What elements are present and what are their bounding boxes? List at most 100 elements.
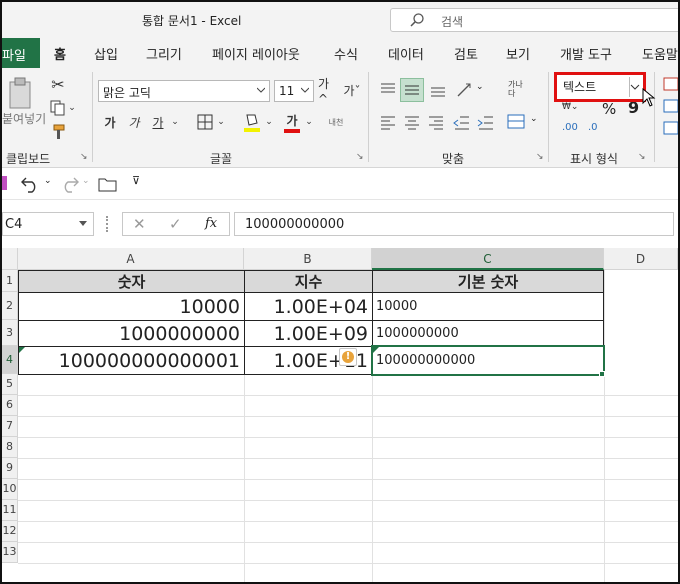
- decrease-indent-icon[interactable]: [452, 112, 472, 132]
- row-header[interactable]: 10: [2, 479, 18, 500]
- merge-center-icon[interactable]: [506, 112, 528, 132]
- customize-qat-icon[interactable]: ⊽: [132, 174, 140, 187]
- alignment-launcher-icon[interactable]: ↘: [536, 152, 544, 162]
- tab-review[interactable]: 검토: [454, 44, 478, 63]
- increase-indent-icon[interactable]: [476, 112, 496, 132]
- row-header[interactable]: 12: [2, 521, 18, 542]
- font-launcher-icon[interactable]: ↘: [356, 152, 364, 162]
- enter-icon[interactable]: ✓: [169, 215, 182, 233]
- chevron-down-icon[interactable]: ⌄: [216, 114, 226, 130]
- decrease-decimal-button[interactable]: .0: [588, 122, 598, 133]
- bold-button[interactable]: 가: [102, 112, 118, 132]
- chevron-down-icon[interactable]: ⌄: [82, 176, 90, 186]
- align-left-icon[interactable]: [378, 112, 398, 132]
- cell-b2[interactable]: 1.00E+04: [244, 292, 373, 321]
- cell-c2[interactable]: 10000: [372, 292, 604, 321]
- font-color-button[interactable]: 가: [282, 110, 302, 134]
- tab-page-layout[interactable]: 페이지 레이아웃: [212, 44, 300, 63]
- orientation-icon[interactable]: [454, 80, 476, 100]
- cell-b3[interactable]: 1.00E+09: [244, 320, 373, 347]
- chevron-down-icon[interactable]: ⌄: [304, 114, 314, 130]
- phonetic-guide-button[interactable]: 내천: [324, 110, 348, 134]
- tab-insert[interactable]: 삽입: [94, 44, 118, 63]
- cell-a4[interactable]: 100000000000001: [18, 346, 245, 375]
- grow-font-button[interactable]: 가^: [318, 77, 338, 106]
- underline-button[interactable]: 가: [150, 112, 166, 132]
- column-header-d[interactable]: D: [604, 248, 678, 270]
- gridline: [18, 500, 678, 501]
- header-cell-number[interactable]: 숫자: [18, 270, 245, 293]
- column-header-c[interactable]: C: [372, 248, 604, 270]
- increase-decimal-button[interactable]: .00: [562, 122, 578, 133]
- clipboard-launcher-icon[interactable]: ↘: [80, 152, 88, 162]
- cell-a3[interactable]: 1000000000: [18, 320, 245, 347]
- tab-view[interactable]: 보기: [506, 44, 530, 63]
- percent-style-button[interactable]: %: [602, 100, 616, 118]
- cell-c3[interactable]: 1000000000: [372, 320, 604, 347]
- row-header[interactable]: 8: [2, 437, 18, 458]
- accounting-format-icon[interactable]: ₩⌄: [562, 102, 578, 112]
- align-top-icon[interactable]: [378, 80, 398, 100]
- align-bottom-icon[interactable]: [428, 80, 448, 100]
- chevron-down-icon[interactable]: ⌄: [170, 114, 180, 130]
- align-middle-button[interactable]: [400, 78, 424, 102]
- align-right-icon[interactable]: [426, 112, 446, 132]
- row-header[interactable]: 7: [2, 416, 18, 437]
- fill-handle[interactable]: [599, 371, 605, 377]
- header-cell-exponent[interactable]: 지수: [244, 270, 373, 293]
- copy-button[interactable]: ⌄: [46, 98, 80, 118]
- tab-home[interactable]: 홈: [52, 44, 68, 71]
- chevron-down-icon[interactable]: ⌄: [476, 82, 484, 92]
- splitter[interactable]: [106, 216, 108, 232]
- folder-icon[interactable]: [98, 176, 118, 192]
- row-header[interactable]: 1: [2, 270, 18, 292]
- tab-draw[interactable]: 그리기: [146, 44, 182, 63]
- number-launcher-icon[interactable]: ↘: [638, 152, 646, 162]
- shrink-font-button[interactable]: 가ˇ: [342, 80, 362, 100]
- header-cell-plain-number[interactable]: 기본 숫자: [372, 270, 604, 293]
- fill-color-button[interactable]: [242, 110, 262, 134]
- font-size-select[interactable]: 11: [274, 80, 314, 102]
- cancel-icon[interactable]: ✕: [133, 215, 146, 233]
- tab-formulas[interactable]: 수식: [334, 44, 358, 63]
- tab-data[interactable]: 데이터: [388, 44, 424, 63]
- select-all-corner[interactable]: [2, 248, 18, 270]
- row-header[interactable]: 2: [2, 292, 18, 320]
- row-header[interactable]: 13: [2, 542, 18, 563]
- undo-icon[interactable]: [20, 174, 42, 194]
- cut-icon[interactable]: ✂: [48, 74, 68, 94]
- name-box[interactable]: C4: [2, 212, 94, 236]
- paste-button[interactable]: [4, 76, 38, 110]
- number-format-dropdown[interactable]: [629, 77, 641, 97]
- tab-help[interactable]: 도움말: [642, 44, 678, 63]
- separator: [548, 72, 549, 162]
- insert-function-button[interactable]: fx: [205, 216, 217, 231]
- chevron-down-icon[interactable]: ⌄: [44, 176, 52, 186]
- borders-button[interactable]: [194, 112, 216, 132]
- column-header-a[interactable]: A: [18, 248, 244, 270]
- error-check-button[interactable]: !: [339, 348, 357, 366]
- row-header[interactable]: 6: [2, 395, 18, 416]
- chevron-down-icon[interactable]: ⌄: [264, 114, 274, 130]
- column-header-b[interactable]: B: [244, 248, 372, 270]
- font-name-select[interactable]: 맑은 고딕: [98, 80, 270, 102]
- formula-input[interactable]: 100000000000: [234, 212, 674, 236]
- gridline: [18, 563, 678, 564]
- conditional-formatting-icon[interactable]: [662, 74, 678, 144]
- italic-button[interactable]: 가: [126, 112, 142, 132]
- number-format-select[interactable]: 텍스트: [554, 72, 646, 102]
- chevron-down-icon[interactable]: ⌄: [530, 114, 538, 124]
- align-center-icon[interactable]: [402, 112, 422, 132]
- format-painter-icon[interactable]: [48, 122, 68, 142]
- tab-file[interactable]: 파일: [2, 38, 40, 68]
- row-header[interactable]: 3: [2, 320, 18, 346]
- cell-a2[interactable]: 10000: [18, 292, 245, 321]
- row-header[interactable]: 9: [2, 458, 18, 479]
- search-box[interactable]: 검색: [390, 8, 678, 32]
- tab-developer[interactable]: 개발 도구: [560, 44, 612, 63]
- row-header-selected[interactable]: 4: [2, 346, 18, 374]
- row-header[interactable]: 5: [2, 374, 18, 395]
- wrap-text-button[interactable]: 가나다: [508, 80, 528, 98]
- redo-icon[interactable]: [58, 174, 80, 194]
- row-header[interactable]: 11: [2, 500, 18, 521]
